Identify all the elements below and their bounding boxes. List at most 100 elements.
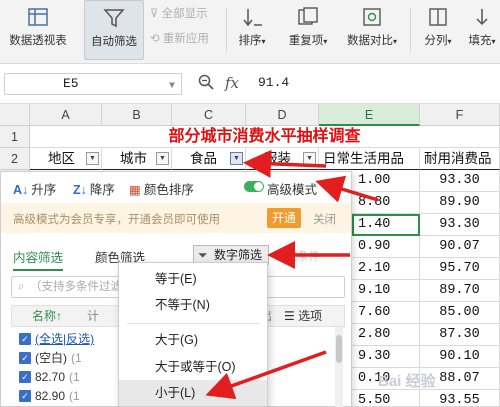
header-cell-durables[interactable]: 耐用消费品 [420, 148, 500, 170]
cell-e[interactable]: 7.60 [352, 302, 420, 324]
menu-item-not-equals[interactable]: 不等于(N) [119, 292, 267, 318]
cell-e[interactable]: 9.10 [352, 280, 420, 302]
list-header-count[interactable]: 计 [87, 306, 99, 326]
vip-open-button[interactable]: 开通 [267, 208, 301, 228]
chevron-down-icon[interactable]: ▼ [169, 77, 175, 97]
header-cell-city[interactable]: 城市 ▼ [102, 148, 172, 170]
vip-notice-text: 高级模式为会员专享，开通会员即可使用 [13, 214, 220, 226]
cell-f[interactable]: 90.07 [420, 236, 500, 258]
clear-condition-link[interactable]: 清空条件 [274, 248, 320, 264]
cell-f[interactable]: 93.30 [420, 170, 500, 192]
reapply-button[interactable]: ⟲ 重新应用 [150, 30, 209, 46]
header-cell-clothing[interactable]: 服装 ▼ [246, 148, 319, 170]
column-header-b[interactable]: B [102, 104, 172, 126]
list-header-name[interactable]: 名称↑ [32, 306, 62, 326]
checkbox-checked-icon[interactable]: ✓ [19, 352, 31, 364]
cell-f[interactable]: 95.70 [420, 258, 500, 280]
ribbon-divider [226, 8, 227, 52]
duplicates-button[interactable]: 重复项▾ [280, 0, 336, 60]
function-icon[interactable]: fx [225, 74, 239, 92]
list-header-options[interactable]: ☰ 选项 [284, 306, 322, 326]
column-header-f[interactable]: F [420, 104, 500, 126]
sort-icon [243, 9, 262, 27]
sort-ascending-button[interactable]: A↓ 升序 [13, 179, 56, 198]
header-cell-daily-goods[interactable]: 日常生活用品 [319, 148, 420, 170]
formula-input[interactable]: 91.4 [258, 75, 289, 90]
cell-e[interactable]: 1.00 [352, 170, 420, 192]
menu-item-greater-than[interactable]: 大于(G) [119, 327, 267, 353]
list-item[interactable]: ✓ (空白) (1 [19, 348, 82, 368]
list-item[interactable]: ✓ 82.90 (1 [19, 386, 80, 406]
sheet-title[interactable]: 部分城市消费水平抽样调查 [30, 126, 500, 148]
reapply-icon: ⟲ [150, 33, 163, 45]
menu-item-less-than[interactable]: 小于(L) [119, 380, 267, 406]
name-box[interactable]: E5 ▼ [4, 73, 182, 95]
cell-f[interactable]: 90.10 [420, 346, 500, 368]
color-sort-button[interactable]: ▦ 颜色排序 [129, 179, 194, 198]
sort-button[interactable]: 排序▾ [232, 0, 272, 60]
sort-arrow-icon: ↑ [56, 309, 63, 323]
cell-e[interactable]: 2.10 [352, 258, 420, 280]
fill-label: 填充▾ [468, 35, 496, 47]
sort-label: 排序▾ [238, 35, 266, 47]
cell-e[interactable]: 8.80 [352, 192, 420, 214]
list-item-select-all[interactable]: ✓ (全选|反选) [19, 329, 94, 349]
list-item-count: (1 [71, 351, 82, 365]
column-header-a[interactable]: A [30, 104, 102, 126]
cell-e[interactable]: 0.90 [352, 236, 420, 258]
funnel-icon [103, 9, 125, 28]
data-compare-button[interactable]: 数据对比▾ [340, 0, 404, 60]
watermark: Bai 经验 [378, 373, 436, 390]
show-all-button[interactable]: ⊽ 全部显示 [150, 5, 208, 21]
split-column-label: 分列▾ [424, 35, 452, 47]
list-item[interactable]: ✓ 82.70 (1 [19, 367, 80, 387]
row-header-2[interactable]: 2 [0, 148, 30, 170]
menu-item-greater-or-equal[interactable]: 大于或等于(O) [119, 354, 267, 380]
selected-cell-e5[interactable]: 1.40 [352, 214, 420, 236]
cell-f[interactable]: 89.70 [420, 280, 500, 302]
split-column-button[interactable]: 分列▾ [418, 0, 458, 60]
row-header-1[interactable]: 1 [0, 126, 30, 148]
number-filter-label: 数字筛选 [214, 248, 263, 262]
filter-dropdown-icon[interactable]: ▼ [156, 152, 169, 165]
cell-e[interactable]: 9.30 [352, 346, 420, 368]
cell-e[interactable]: 5.50 [352, 390, 420, 407]
autofilter-button[interactable]: 自动筛选 [84, 0, 144, 60]
pivot-table-icon [28, 8, 48, 26]
pivot-table-button[interactable]: 数据透视表 [2, 0, 74, 60]
cell-f[interactable]: 87.30 [420, 324, 500, 346]
cell-f[interactable]: 89.90 [420, 192, 500, 214]
select-all-corner[interactable] [0, 104, 30, 126]
sort-descending-label: 降序 [89, 183, 115, 197]
cell-f[interactable]: 85.00 [420, 302, 500, 324]
filter-dropdown-icon[interactable]: ▼ [230, 152, 243, 165]
show-all-icon: ⊽ [150, 8, 162, 20]
column-header-c[interactable]: C [172, 104, 246, 126]
fill-button[interactable]: 填充▾ [464, 0, 500, 60]
sort-descending-button[interactable]: Z↓ 降序 [73, 179, 115, 198]
split-column-icon [429, 8, 447, 26]
checkbox-checked-icon[interactable]: ✓ [19, 333, 31, 345]
cell-f[interactable]: 93.55 [420, 390, 500, 407]
checkbox-checked-icon[interactable]: ✓ [19, 390, 31, 402]
advanced-mode-toggle[interactable] [244, 181, 264, 192]
list-scrollbar[interactable] [335, 327, 343, 407]
vip-close-link[interactable]: 关闭 [313, 211, 336, 227]
scrollbar-thumb[interactable] [336, 335, 342, 363]
filter-dropdown-icon[interactable]: ▼ [86, 152, 99, 165]
cell-e[interactable]: 2.80 [352, 324, 420, 346]
header-cell-food[interactable]: 食品 ▼ [172, 148, 246, 170]
cell-f[interactable]: 93.30 [420, 214, 500, 236]
header-cell-region[interactable]: 地区 ▼ [30, 148, 102, 170]
checkbox-checked-icon[interactable]: ✓ [19, 371, 31, 383]
tab-content-filter[interactable]: 内容筛选 [13, 247, 64, 271]
column-header-d[interactable]: D [246, 104, 319, 126]
sort-row: A↓ 升序 Z↓ 降序 ▦ 颜色排序 高级模式 [1, 172, 351, 202]
header-label: 食品 [190, 151, 217, 166]
column-header-e[interactable]: E [319, 104, 420, 126]
filter-dropdown-icon[interactable]: ▼ [303, 152, 316, 165]
color-sort-icon: ▦ [129, 183, 141, 197]
zoom-formula-icon[interactable] [197, 73, 215, 94]
menu-item-equals[interactable]: 等于(E) [119, 266, 267, 292]
list-item-label[interactable]: (全选|反选) [35, 332, 94, 346]
